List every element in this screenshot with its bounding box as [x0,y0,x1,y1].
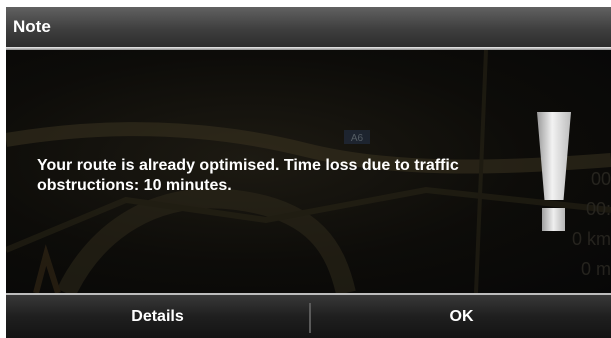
dialog-title: Note [13,17,51,36]
note-dialog: Note A6 00 00: 0 km 0 m Your route is al… [6,7,611,338]
dialog-message: Your route is already optimised. Time lo… [37,157,459,194]
exclamation-icon [536,112,572,232]
ok-button[interactable]: OK [312,295,611,338]
road-badge-label: A6 [351,133,364,144]
map-readout-3: 0 km [572,229,611,249]
map-readout-1: 00 [591,169,611,189]
map-readout-2: 00: [586,199,611,219]
exclamation-bar [537,112,571,200]
dialog-title-bar: Note [6,7,611,47]
dialog-button-bar: Details OK [6,295,611,338]
exclamation-dot [542,208,565,231]
dialog-body: A6 00 00: 0 km 0 m Your route is already… [6,50,611,293]
button-separator [309,303,311,333]
details-button[interactable]: Details [6,295,309,338]
map-readout-4: 0 m [581,259,611,279]
